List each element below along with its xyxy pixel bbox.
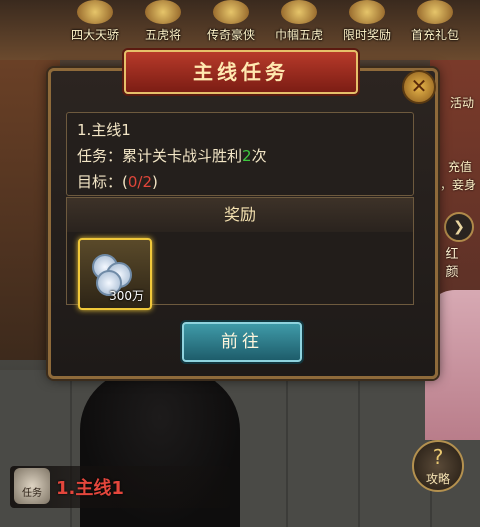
current-task-label[interactable]: 1.主线1 [56, 474, 124, 500]
go-button-label: 前往 [221, 332, 263, 352]
activity-item-four-heroes[interactable]: 四大天骄 [70, 0, 120, 44]
gift-box-icon [417, 0, 453, 24]
five-tigers-icon [145, 0, 181, 24]
goal-progress: 0/2 [127, 173, 153, 191]
four-heroes-icon [77, 0, 113, 24]
strategy-label: 攻略 [425, 472, 450, 486]
activity-item-first-recharge[interactable]: 首充礼包 [410, 0, 460, 44]
activity-item-timed-rewards[interactable]: 限时奖励 [342, 0, 392, 44]
activity-item-female-tigers[interactable]: 巾帼五虎 [274, 0, 324, 44]
goal-close: ) [152, 173, 158, 191]
reward-item-silver[interactable]: 300万 [78, 238, 152, 310]
legend-heroes-icon [213, 0, 249, 24]
task-suffix: 次 [251, 147, 267, 165]
quest-info-panel: 1.主线1 任务：累计关卡战斗胜利2次 目标：(0/2) [66, 112, 414, 196]
close-button[interactable]: ✕ [402, 70, 436, 104]
reward-header: 奖励 [66, 197, 414, 233]
task-icon-label: 任务 [22, 488, 42, 499]
female-tigers-icon [281, 0, 317, 24]
quest-task-line: 任务：累计关卡战斗胜利2次 [77, 145, 267, 166]
task-scroll-icon[interactable]: 任务 [14, 468, 50, 504]
reward-header-label: 奖励 [223, 205, 256, 224]
quest-name: 1.主线1 [77, 121, 131, 139]
side-dialogue-text: ，妾身 [439, 178, 476, 192]
go-button[interactable]: 前往 [182, 322, 302, 362]
dialog-title-banner: 主线任务 [124, 50, 358, 94]
question-icon: ? [432, 445, 444, 469]
quest-goal-line: 目标：(0/2) [77, 171, 158, 192]
activity-item-five-tigers[interactable]: 五虎将 [138, 0, 188, 44]
side-activity-label[interactable]: 活动 [450, 94, 474, 111]
dialog-title: 主线任务 [193, 60, 289, 84]
task-text: 累计关卡战斗胜利 [122, 147, 243, 165]
activity-item-legend-heroes[interactable]: 传奇豪侠 [206, 0, 256, 44]
strategy-button[interactable]: ? 攻略 [412, 440, 464, 492]
task-count: 2 [242, 147, 252, 165]
timed-rewards-icon [349, 0, 385, 24]
activity-bar: 四大天骄 五虎将 传奇豪侠 巾帼五虎 限时奖励 首充礼包 [60, 0, 480, 44]
reward-quantity: 300万 [109, 289, 144, 303]
task-prefix: 任务： [77, 147, 123, 165]
chevron-right-icon[interactable]: ❯ [444, 212, 474, 242]
close-icon: ✕ [410, 74, 428, 98]
side-recharge-label[interactable]: 充值 [448, 158, 472, 175]
beauty-label[interactable]: 红颜 [444, 246, 460, 282]
goal-prefix: 目标： [77, 173, 123, 191]
